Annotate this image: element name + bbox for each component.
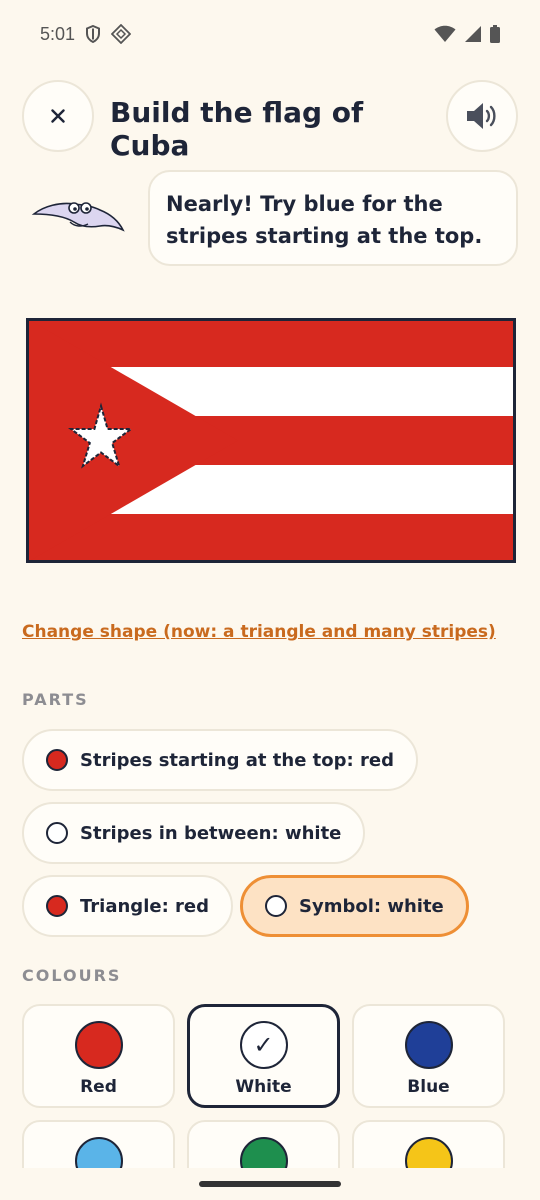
change-shape-link[interactable]: Change shape (now: a triangle and many s… [22,622,496,642]
part-chip-symbol[interactable]: Symbol: white [240,875,469,937]
feedback-bubble: Nearly! Try blue for the stripes startin… [148,170,518,266]
part-chip-triangle[interactable]: Triangle: red [22,875,234,937]
parts-heading: PARTS [22,690,89,709]
part-color-dot [46,822,68,844]
colour-swatch [74,1021,123,1069]
colour-tile-red[interactable]: Red [22,1004,175,1108]
page-title: Build the flag of Cuba [110,96,364,162]
status-bar: 5:01 [0,0,540,68]
flag-stripe-bottom [26,514,516,563]
colour-tile-white[interactable]: ✓ White [187,1004,340,1108]
part-color-dot [46,749,68,771]
part-chip-label: Stripes starting at the top: red [80,749,394,771]
colour-label: White [235,1077,292,1097]
part-color-dot [265,895,287,917]
colour-tile-blue[interactable]: Blue [352,1004,505,1108]
colour-swatch [404,1021,453,1069]
battery-icon [490,25,500,43]
app-notification-icon [111,24,132,44]
part-chip-label: Stripes in between: white [80,822,342,844]
colour-label: Blue [407,1077,450,1097]
part-chip-label: Symbol: white [299,895,444,917]
flag-preview [26,318,516,563]
colour-swatch: ✓ [239,1021,288,1069]
wifi-icon [434,25,456,42]
colours-heading: COLOURS [22,966,122,985]
close-icon [51,109,65,123]
checkmark-icon: ✓ [253,1031,274,1059]
part-chip-label: Triangle: red [80,895,210,917]
colour-label: Red [80,1077,117,1097]
part-color-dot [46,895,68,917]
signal-icon [465,26,481,42]
gesture-nav-handle[interactable] [199,1181,341,1187]
part-chip-top-stripes[interactable]: Stripes starting at the top: red [22,729,418,791]
part-chip-middle-stripes[interactable]: Stripes in between: white [22,802,366,864]
status-time: 5:01 [40,23,76,44]
mascot-icon [31,202,125,232]
speaker-button[interactable] [446,80,518,152]
shield-icon [86,25,101,43]
close-button[interactable] [22,80,94,152]
speaker-icon [467,103,496,129]
flag-stripe-top [26,318,516,367]
